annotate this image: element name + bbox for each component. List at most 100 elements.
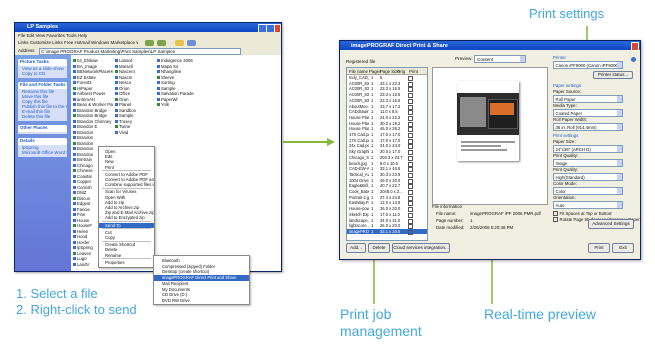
media-type-value: Coated Paper <box>555 110 583 116</box>
row-pages: 1 <box>371 92 374 98</box>
table-row[interactable]: House Plan...1 46.0 x 28.2 <box>347 126 427 133</box>
table-row[interactable]: House-pow...1 26.0 x 20.0 <box>347 206 427 213</box>
registered-file-list[interactable]: File name Pages Page Size Orig Print Indy_CA… <box>346 67 428 241</box>
preview-image <box>457 93 519 135</box>
row-size: 17.0 x 17.0 <box>380 132 401 137</box>
table-row[interactable]: AC00R_83...1 23.3 x 16.5 <box>347 97 427 104</box>
row-pages: 1 <box>371 183 374 189</box>
row-pages: 1 <box>371 114 374 120</box>
table-row[interactable]: lightscore... 1 26.0 x 20.0 <box>347 223 427 230</box>
row-file-name: CADdrawing... <box>349 109 369 115</box>
table-row[interactable]: AC00R_83...1 23.3 x 16.5 <box>347 86 427 93</box>
row-file-name: 17X Cad.pdf <box>349 132 369 137</box>
table-row[interactable]: CAD-EW-A...1 33.1 x 46.8 <box>347 166 427 173</box>
table-row[interactable]: Sky Graphi...1 20.0 x 17.0 <box>347 149 427 156</box>
print-quality-value: Image <box>555 160 568 166</box>
row-size: 26.0 x 20.0 <box>380 206 401 212</box>
row-size: 30.0 x 19.2 <box>380 120 401 126</box>
table-row[interactable]: 17X Cad.pdf1 17.0 x 17.0 <box>347 132 427 138</box>
exit-button[interactable]: Exit <box>612 243 634 253</box>
table-row[interactable]: Chicago_St...1 204.3 x 24.7 <box>347 154 427 161</box>
fit-spaces-checkbox[interactable]: Fit Spaces at Top or Bottom <box>553 211 612 217</box>
table-row[interactable]: AC00R_83...1 33.1 x 23.3 <box>347 80 427 87</box>
file-info-key: Page number: <box>436 218 464 223</box>
paper-source-select[interactable]: Roll Paper <box>553 95 623 103</box>
cloud-services-button[interactable]: Cloud services integration... <box>392 243 450 253</box>
table-row[interactable]: Eagle&Bill.jpg1 40.7 x 22.7 <box>347 183 427 190</box>
preview-page <box>457 81 519 161</box>
color-mode-select[interactable]: Color <box>553 187 623 195</box>
row-pages: 1 <box>371 120 374 126</box>
table-row[interactable]: AC00R_83...1 23.3 x 16.5 <box>347 92 427 99</box>
table-row[interactable]: Sketch Exp...1 17.0 x 11.0 <box>347 211 427 218</box>
print-quality-select[interactable]: Image <box>553 159 623 167</box>
table-row[interactable]: Tactical_Av...1 30.3 x 23.9 <box>347 171 427 178</box>
chevron-down-icon <box>617 96 622 102</box>
column-header[interactable]: File name <box>349 69 368 74</box>
row-size: 23.3 x 16.5 <box>380 97 401 103</box>
row-file-name: 24x Cad.pdf <box>349 143 369 149</box>
table-row[interactable]: Portrait-2.jpg1 27.4 x 24.8 <box>347 195 427 201</box>
row-size: 23.7 x 17.2 <box>380 103 401 109</box>
preview-select-value: Content <box>477 56 494 62</box>
row-file-name: 17X Cad.pdf <box>349 137 369 143</box>
preview-label: Preview: <box>455 56 473 61</box>
table-row[interactable]: Indy_CAD_...1 6 <box>347 75 427 81</box>
paper-size-select[interactable]: 24"x36" (ARCH D) <box>553 145 623 153</box>
printer-select[interactable]: Canon iPF9000 (Canon iPF9000) <box>553 61 623 69</box>
table-row[interactable]: AboutMoo... 1 23.7 x 17.2 <box>347 103 427 110</box>
add-button[interactable]: Add... <box>346 243 366 253</box>
table-row[interactable]: beach.jpg 1 8.0 x 10.0 <box>347 161 427 167</box>
chevron-down-icon <box>520 56 525 62</box>
media-type-select[interactable]: Coated Paper <box>553 109 623 117</box>
table-row[interactable]: House Plan...1 30.0 x 19.2 <box>347 120 427 127</box>
row-size: 33.1 x 23.3 <box>380 80 401 86</box>
dialog-close-button[interactable] <box>631 42 639 51</box>
table-row[interactable]: House Plan...1 24.0 x 22.2 <box>347 114 427 121</box>
preview-select[interactable]: Content <box>474 55 526 63</box>
row-size: 23.3 x 16.5 <box>380 86 401 92</box>
orientation-select[interactable]: Auto <box>553 201 623 209</box>
printer-status-button[interactable]: Printer status... <box>593 71 633 79</box>
print-checkbox[interactable] <box>408 229 413 235</box>
roll-width-select[interactable]: 36 in. Roll (914.4mm) <box>553 123 623 131</box>
print-button[interactable]: Print <box>588 243 610 253</box>
row-pages: 1 <box>371 137 374 143</box>
row-pages: 1 <box>371 149 374 155</box>
row-pages: 1 <box>371 80 374 86</box>
table-row[interactable]: 17X Cad.pdf1 17.0 x 17.0 <box>347 137 427 144</box>
checkbox-icon <box>553 217 558 223</box>
row-file-name: Indy_CAD_... <box>349 75 369 80</box>
table-row[interactable]: 1004 Drive...1 46.0 x 30.0 <box>347 178 427 184</box>
print-priority-select[interactable]: High(Standard) <box>553 173 623 181</box>
registered-label: Registered file <box>346 59 376 64</box>
row-file-name: House-pow... <box>349 206 369 212</box>
row-pages: 1 <box>371 171 374 177</box>
printer-value: Canon iPF9000 (Canon iPF9000) <box>555 62 620 68</box>
row-pages: 1 <box>371 132 374 137</box>
table-row[interactable]: CADdrawing...1 11.0 x 8.5 <box>347 109 427 116</box>
column-header[interactable]: Orig <box>397 69 405 74</box>
row-size: 40.7 x 22.7 <box>380 183 401 189</box>
row-file-name: Chicago_St... <box>349 154 369 160</box>
row-pages: 1 <box>371 211 374 217</box>
row-pages: 1 <box>371 109 374 115</box>
row-file-name: House Plan... <box>349 126 369 132</box>
chevron-down-icon <box>617 160 622 166</box>
column-header[interactable]: Print <box>409 69 418 74</box>
table-row[interactable]: imagePRO...1 33.1 x 20.5 <box>347 228 427 235</box>
delete-button[interactable]: Delete <box>368 243 390 253</box>
advanced-settings-button[interactable]: Advanced Settings <box>588 219 634 229</box>
table-row[interactable]: EastWay.P...1 12.0 x 13.9 <box>347 200 427 207</box>
row-size: 12.0 x 13.9 <box>380 200 401 206</box>
row-file-name: AC00R_83... <box>349 80 369 86</box>
chevron-down-icon <box>617 146 622 152</box>
file-information: File information File name: imagePROGRAF… <box>432 204 546 234</box>
table-row[interactable]: Cook_Batw...1 2048.0 x 2... <box>347 189 427 195</box>
row-pages: 1 <box>371 154 374 160</box>
table-row[interactable]: landscape.jpg1 34.0 x 31.0 <box>347 218 427 224</box>
row-size: 2048.0 x 2... <box>380 189 403 194</box>
row-pages: 1 <box>371 206 374 212</box>
table-row[interactable]: 24x Cad.pdf 1 24.0 x 24.0 <box>347 143 427 150</box>
row-pages: 1 <box>371 126 374 132</box>
